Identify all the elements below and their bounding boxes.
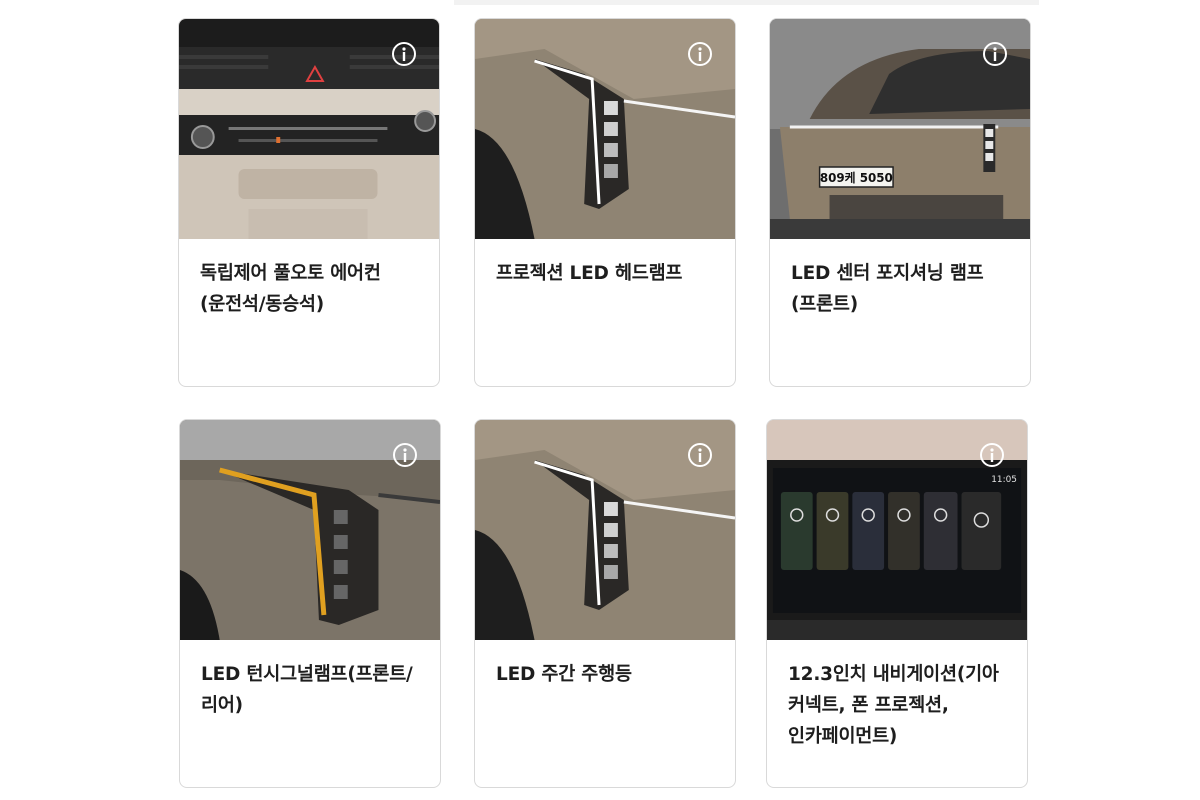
feature-card-drl[interactable]: LED 주간 주행등 (474, 419, 736, 788)
info-icon[interactable] (687, 442, 713, 468)
screen-time: 11:05 (991, 475, 1017, 485)
feature-card-climate[interactable]: 독립제어 풀오토 에어컨(운전석/동승석) (178, 18, 440, 387)
top-strip (454, 0, 1039, 5)
license-plate: 809케 5050 (820, 171, 893, 185)
feature-caption: LED 턴시그널램프(프론트/리어) (201, 664, 413, 716)
feature-caption: LED 센터 포지셔닝 램프(프론트) (791, 263, 984, 315)
info-icon[interactable] (391, 41, 417, 67)
feature-caption: 프로젝션 LED 헤드램프 (496, 263, 683, 284)
info-icon[interactable] (392, 442, 418, 468)
feature-caption: 독립제어 풀오토 에어컨(운전석/동승석) (200, 263, 381, 315)
info-icon[interactable] (687, 41, 713, 67)
feature-caption: LED 주간 주행등 (496, 664, 632, 685)
info-icon[interactable] (979, 442, 1005, 468)
feature-card-navigation[interactable]: 11:05 12.3인치 내비게이션(기아 커넥트, 폰 프로젝션, 인카페이먼… (766, 419, 1028, 788)
feature-card-position-lamp[interactable]: 809케 5050 LED 센터 포지셔닝 램프(프론트) (769, 18, 1031, 387)
info-icon[interactable] (982, 41, 1008, 67)
feature-card-turn-signal[interactable]: LED 턴시그널램프(프론트/리어) (179, 419, 441, 788)
feature-caption: 12.3인치 내비게이션(기아 커넥트, 폰 프로젝션, 인카페이먼트) (788, 664, 999, 747)
feature-card-headlamp[interactable]: 프로젝션 LED 헤드램프 (474, 18, 736, 387)
